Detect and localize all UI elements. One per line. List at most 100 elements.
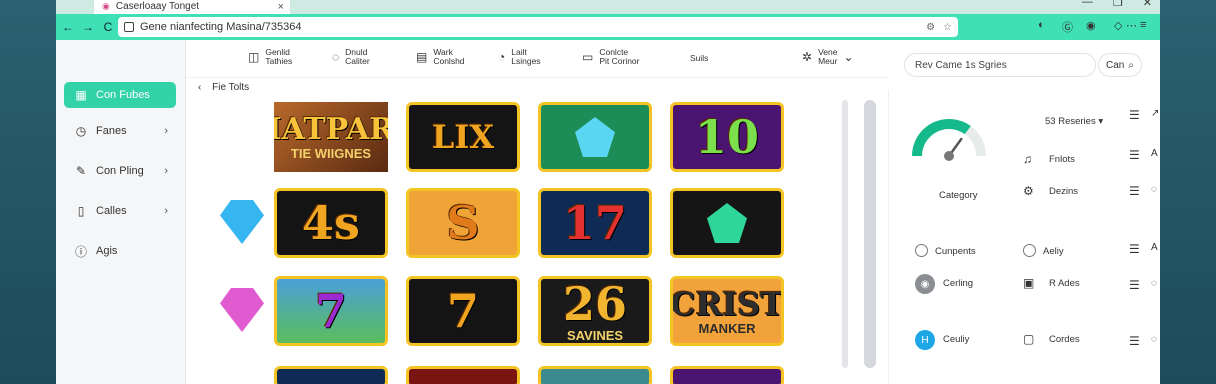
sidebar-item-fanes[interactable]: ◷ Fanes › [64,118,176,144]
toolbar-item-lailt[interactable]: ◔ Lailt Lsinges [498,48,541,66]
sidebar-item-label: Fanes [96,125,127,137]
document-icon: ▤ [416,49,428,64]
search-icon: ⌕ [1128,59,1134,71]
option-radio[interactable] [915,244,928,257]
sidebar: ▦ Con Fubes ◷ Fanes › ✎ Con Pling › ▯ Ca… [56,40,186,384]
game-tile[interactable] [406,366,520,384]
game-tile[interactable]: S [406,188,520,258]
bookmark-star-icon[interactable]: ☆ [943,22,952,33]
chevron-down-icon[interactable]: ⌄ [843,51,853,63]
option-label: Aeliy [1043,246,1064,257]
option-label: Ceuliy [943,334,970,345]
list-icon[interactable]: ☰ [1129,108,1140,122]
game-title: S [446,196,480,250]
edge-icon[interactable]: ◌ [1151,334,1157,345]
profile-icon[interactable]: ◉ [1086,19,1096,32]
game-tile[interactable]: 7 [274,276,388,346]
device-icon[interactable]: ▣ [1023,276,1034,290]
edge-icon[interactable]: ◌ [1151,278,1157,289]
browser-window: ◉ Caserloaay Tonget × — ❐ ✕ ← → C Gene n… [56,0,1160,384]
game-subtitle: TIE WIIGNES [290,145,372,161]
grid-scrollbar[interactable] [842,100,848,368]
favicon-icon: ◉ [102,1,110,11]
toolbar-sublabel: Meur [818,56,838,66]
game-title: 17 [562,196,627,250]
back-chevron-icon: ‹ [198,82,202,93]
chevron-right-icon: › [164,125,168,137]
maximize-icon[interactable]: ❐ [1113,0,1123,9]
toolbar-item-conlcte[interactable]: ▭ Conlcte Pit Corinor [582,48,640,66]
option-radio[interactable] [1023,244,1036,257]
desktop-background-left [0,0,56,384]
blue-toggle-icon[interactable]: H [915,330,935,350]
game-tile[interactable]: CRIST MANKER [670,276,784,346]
series-dropdown[interactable]: 53 Reseries ▾ [1045,116,1103,127]
list-icon[interactable]: ☰ [1129,148,1140,162]
menu-icon[interactable]: ≡ [1140,19,1146,31]
sidebar-item-label: Calles [96,205,127,217]
list-icon[interactable]: ☰ [1129,278,1140,292]
address-bar[interactable]: Gene nianfecting Masina/735364 ⚙ ☆ [118,17,958,37]
forward-icon[interactable]: → [78,20,98,34]
game-tile[interactable] [670,366,784,384]
category-toolbar: ◫ Genlid Tathies ◌ Dnuld Caliter ▤ Wark Con… [186,40,888,78]
game-tile[interactable]: LIX [406,102,520,172]
reload-icon[interactable]: C [98,20,118,34]
book-icon: ▯ [77,204,85,218]
url-text: Gene nianfecting Masina/735364 [140,21,302,33]
list-icon[interactable]: ☰ [1129,184,1140,198]
breadcrumb[interactable]: ‹ Fie Tolts [198,82,249,93]
list-icon[interactable]: ☰ [1129,242,1140,256]
toolbar-item-wark[interactable]: ▤ Wark Conlshd [416,48,465,66]
search-button[interactable]: Can ⌕ [1098,53,1142,77]
more-icon[interactable]: ⋯ [1126,19,1137,32]
game-tile[interactable]: 10 [670,102,784,172]
shield-icon[interactable]: ◇ [1114,19,1122,32]
edge-icon[interactable]: ◌ [1151,184,1157,195]
toolbar-item-suils[interactable]: Suils [690,54,708,63]
toolbar-sublabel: Conlshd [433,56,465,66]
game-tile[interactable]: 17 [538,188,652,258]
info-icon: ⓘ [74,244,87,259]
lock-icon [124,22,134,32]
tab-close-icon[interactable]: × [278,1,284,13]
toolbar-item-dnuld[interactable]: ◌ Dnuld Caliter [332,48,370,66]
list-icon[interactable]: ☰ [1129,334,1140,348]
page-scrollbar[interactable] [864,100,876,368]
edge-icon[interactable]: A [1151,148,1158,159]
game-tile[interactable] [538,102,652,172]
account-icon[interactable]: Ⓖ [1062,19,1073,35]
sidebar-item-con-pling[interactable]: ✎ Con Pling › [64,158,176,184]
diamond-icon [220,288,264,332]
sidebar-item-agis[interactable]: ⓘ Agis [64,238,176,264]
game-tile[interactable] [670,188,784,258]
edge-icon[interactable]: A [1151,242,1158,253]
edge-icon[interactable]: ↗ [1151,108,1159,119]
sidebar-item-con-fubes[interactable]: ▦ Con Fubes [64,82,176,108]
game-tile[interactable] [274,366,388,384]
minimize-icon[interactable]: — [1082,0,1093,9]
site-settings-icon[interactable]: ⚙ [926,22,935,33]
tab-title: Caserloaay Tonget [115,1,200,12]
grey-toggle-icon[interactable]: ◉ [915,274,935,294]
toolbar-sublabel: Tathies [265,56,293,66]
game-title: 4s [302,196,360,250]
sidebar-item-calles[interactable]: ▯ Calles › [64,198,176,224]
toolbar-item-vene[interactable]: ✲ Vene Meur ⌄ [802,48,860,66]
close-window-icon[interactable]: ✕ [1143,0,1152,9]
series-dropdown-label: 53 Reseries [1045,116,1096,127]
browser-tab[interactable]: ◉ Caserloaay Tonget × [94,0,290,14]
window-controls: — ❐ ✕ [1082,0,1152,9]
toolbar-item-genlid[interactable]: ◫ Genlid Tathies [248,48,292,66]
grid-icon: ▦ [75,88,87,102]
game-tile[interactable] [538,366,652,384]
chevron-right-icon: › [164,205,168,217]
card-icon[interactable]: ▢ [1023,332,1034,346]
game-tile[interactable]: SIATPARTTIE WIIGNES [274,102,388,172]
game-search-input[interactable]: Rev Came 1s Sgries [904,53,1096,77]
game-tile[interactable]: 7 [406,276,520,346]
game-tile[interactable]: 26 SAVINES [538,276,652,346]
game-tile[interactable]: 4s [274,188,388,258]
extension-icon[interactable]: ◐ [1038,19,1045,31]
back-icon[interactable]: ← [58,20,78,34]
